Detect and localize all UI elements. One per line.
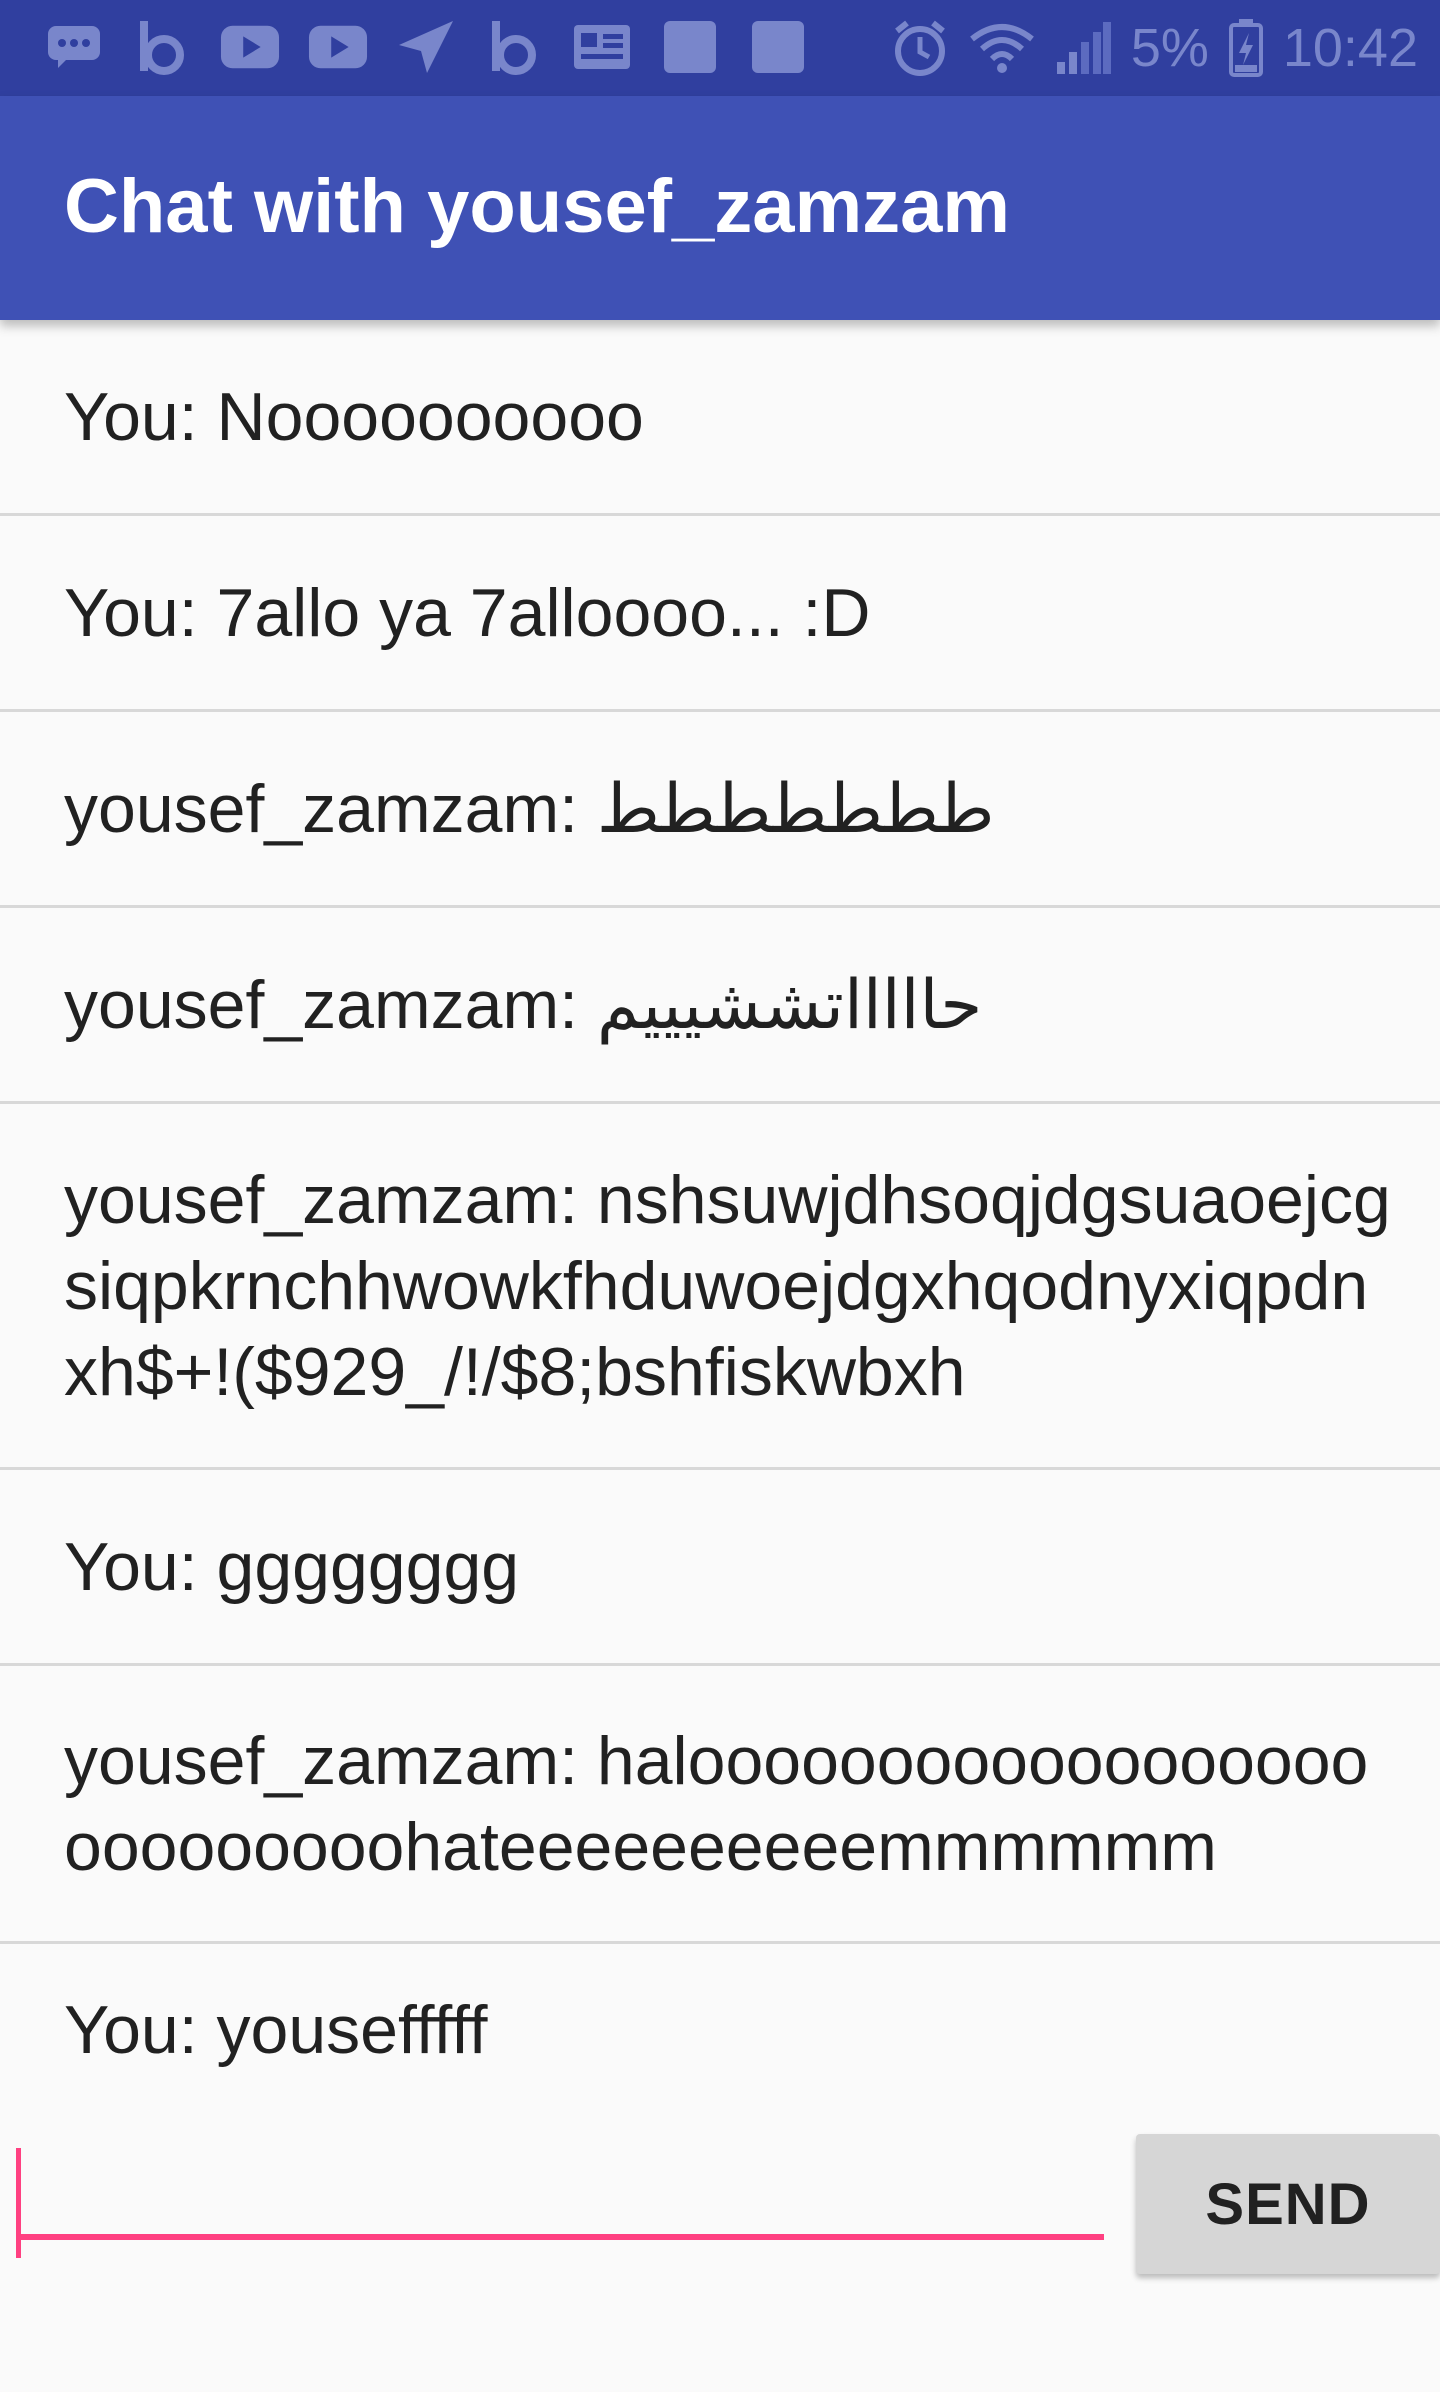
list-item[interactable]: yousef_zamzam: haloooooooooooooooooooooo… — [0, 1666, 1440, 1944]
message-text: You: gggggggg — [64, 1528, 520, 1605]
list-item[interactable]: You: 7allo ya 7alloooo... :D — [0, 516, 1440, 712]
chat-screen: 5% 10:42 Chat with yousef_zamzam You: No… — [0, 0, 1440, 2392]
message-text: You: yousefffff — [64, 1992, 488, 2068]
youtube-icon — [220, 18, 280, 76]
square-app-icon — [660, 18, 720, 76]
square-app-icon — [748, 18, 808, 76]
send-button[interactable]: SEND — [1136, 2134, 1440, 2274]
chat-icon — [44, 18, 104, 76]
notification-icons — [44, 18, 836, 76]
news-icon — [572, 18, 632, 76]
alarm-icon — [891, 19, 949, 77]
youtube-icon — [308, 18, 368, 76]
list-item[interactable]: You: yousefffff — [0, 1944, 1440, 2116]
message-input[interactable] — [16, 2148, 1104, 2240]
message-text: yousef_zamzam: haloooooooooooooooooooooo… — [64, 1722, 1369, 1885]
page-title: Chat with yousef_zamzam — [64, 164, 1010, 249]
list-item[interactable]: yousef_zamzam: nshsuwjdhsoqjdgsuaoejcgsi… — [0, 1104, 1440, 1470]
battery-charging-icon — [1228, 19, 1263, 77]
app-bar: Chat with yousef_zamzam — [0, 96, 1440, 320]
battery-percent: 5% — [1130, 18, 1209, 78]
system-status: 5% 10:42 — [871, 14, 1418, 82]
b-app-icon — [132, 18, 192, 76]
message-text: You: Noooooooooo — [64, 378, 644, 455]
status-bar: 5% 10:42 — [0, 0, 1440, 96]
clock-time: 10:42 — [1282, 18, 1418, 78]
message-list[interactable]: You: Noooooooooo You: 7allo ya 7alloooo.… — [0, 320, 1440, 2120]
list-item[interactable]: yousef_zamzam: ططططططط — [0, 712, 1440, 908]
send-arrow-icon — [396, 18, 456, 76]
message-text: yousef_zamzam: ططططططط — [64, 770, 995, 847]
b-app-icon — [484, 18, 544, 76]
list-item[interactable]: You: Noooooooooo — [0, 320, 1440, 516]
message-text: yousef_zamzam: حاااااتششيييم — [64, 966, 983, 1043]
wifi-icon — [969, 23, 1035, 73]
message-composer: SEND — [0, 2120, 1440, 2274]
text-cursor — [16, 2148, 21, 2258]
list-item[interactable]: You: gggggggg — [0, 1470, 1440, 1666]
list-item[interactable]: yousef_zamzam: حاااااتششيييم — [0, 908, 1440, 1104]
message-text: You: 7allo ya 7alloooo... :D — [64, 574, 871, 651]
message-text: yousef_zamzam: nshsuwjdhsoqjdgsuaoejcgsi… — [64, 1161, 1391, 1410]
signal-icon — [1055, 22, 1111, 74]
